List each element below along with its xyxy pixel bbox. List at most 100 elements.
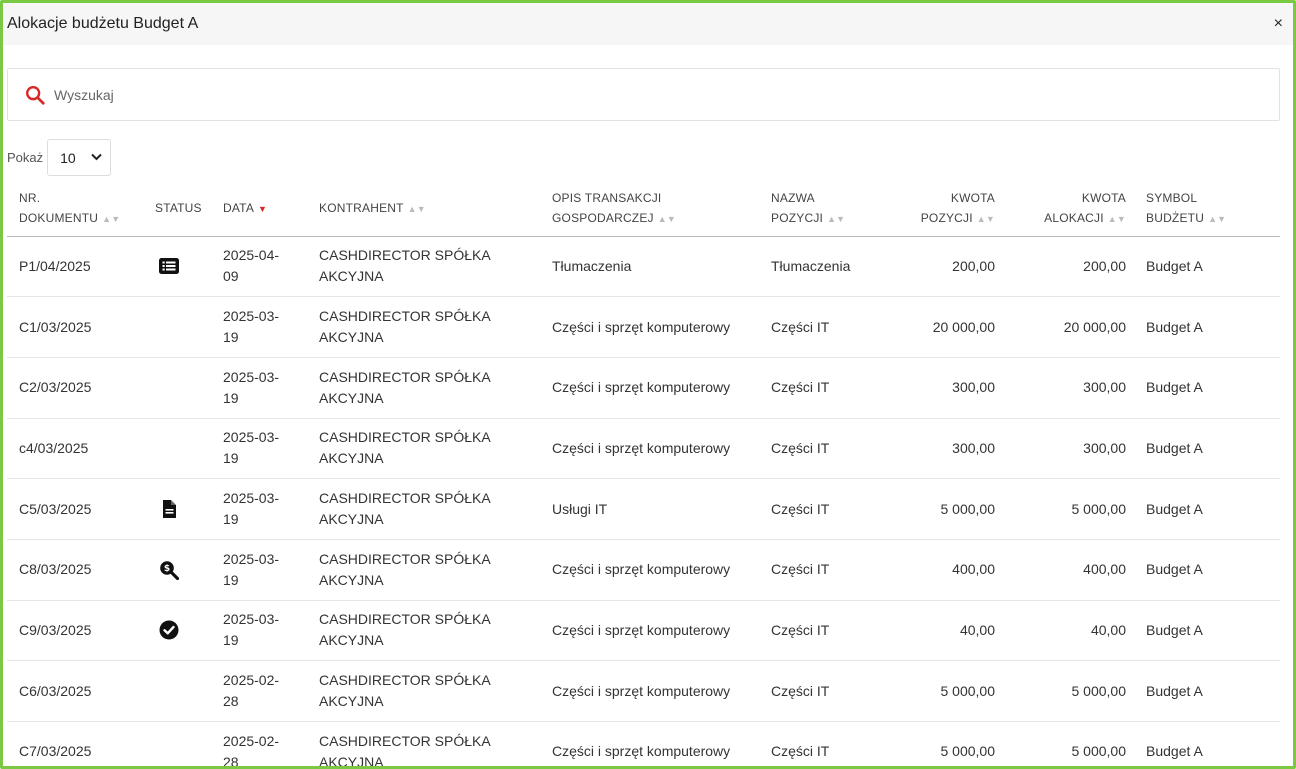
cell-description: Tłumaczenia	[540, 236, 759, 298]
cell-item-amount: 300,00	[900, 418, 1003, 480]
cell-contractor: CASHDIRECTOR SPÓŁKA AKCYJNA	[307, 418, 540, 480]
cell-item-amount: 200,00	[900, 236, 1003, 298]
table-row[interactable]: C5/03/2025 2025-03- 19 CASHDIRECTOR SPÓŁKA A…	[7, 478, 1280, 540]
cell-status	[143, 296, 211, 358]
cell-budget-symbol: Budget A	[1134, 600, 1280, 662]
sort-icon: ▲▼	[1107, 213, 1126, 224]
cell-budget-symbol: Budget A	[1134, 539, 1280, 601]
col-header-status: STATUS	[143, 181, 211, 237]
cell-item-name: Części IT	[759, 357, 900, 419]
cell-alloc-amount: 5 000,00	[1003, 478, 1134, 540]
cell-doc-no[interactable]: C6/03/2025	[7, 660, 143, 722]
check-circle-icon[interactable]	[159, 620, 211, 640]
cell-description: Części i sprzęt komputerowy	[540, 539, 759, 601]
svg-text:$: $	[164, 564, 170, 574]
cell-description: Części i sprzęt komputerowy	[540, 660, 759, 722]
cell-item-amount: 300,00	[900, 357, 1003, 419]
cell-alloc-amount: 5 000,00	[1003, 660, 1134, 722]
close-icon[interactable]: ×	[1274, 16, 1283, 32]
cell-item-amount: 5 000,00	[900, 660, 1003, 722]
cell-doc-no[interactable]: C1/03/2025	[7, 296, 143, 358]
col-header-budget-symbol[interactable]: SYMBOL BUDŻETU ▲▼	[1134, 181, 1280, 237]
cell-doc-no[interactable]: C9/03/2025	[7, 600, 143, 662]
col-header-description[interactable]: OPIS TRANSAKCJI GOSPODARCZEJ ▲▼	[540, 181, 759, 237]
sort-icon: ▲▼	[102, 213, 121, 224]
cell-status	[143, 478, 211, 540]
document-icon[interactable]	[159, 499, 211, 519]
cell-doc-no[interactable]: C7/03/2025	[7, 721, 143, 766]
cell-status	[143, 721, 211, 766]
cell-item-name: Części IT	[759, 296, 900, 358]
cell-item-name: Części IT	[759, 478, 900, 540]
col-header-doc-no[interactable]: NR. DOKUMENTU ▲▼	[7, 181, 143, 237]
cell-item-name: Części IT	[759, 418, 900, 480]
col-header-contractor[interactable]: KONTRAHENT ▲▼	[307, 181, 540, 237]
col-header-item-name[interactable]: NAZWA POZYCJI ▲▼	[759, 181, 900, 237]
cell-item-amount: 5 000,00	[900, 478, 1003, 540]
page-size-value: 10	[60, 149, 76, 166]
cell-budget-symbol: Budget A	[1134, 357, 1280, 419]
cell-item-amount: 5 000,00	[900, 721, 1003, 766]
chevron-down-icon	[91, 152, 102, 164]
sort-icon: ▲▼	[1208, 213, 1227, 224]
cell-alloc-amount: 20 000,00	[1003, 296, 1134, 358]
list-icon[interactable]	[159, 256, 211, 276]
cell-doc-no[interactable]: P1/04/2025	[7, 236, 143, 298]
table-row[interactable]: C2/03/2025 2025-03- 19 CASHDIRECTOR SPÓŁKA A…	[7, 357, 1280, 419]
cell-budget-symbol: Budget A	[1134, 721, 1280, 766]
page-size-select[interactable]: 10	[47, 139, 112, 176]
table-header-row: NR. DOKUMENTU ▲▼ STATUS DATA ▼ KONTRAHENT ▲▼…	[7, 181, 1280, 237]
cell-budget-symbol: Budget A	[1134, 418, 1280, 480]
table-row[interactable]: C1/03/2025 2025-03- 19 CASHDIRECTOR SPÓŁKA A…	[7, 296, 1280, 358]
sort-icon: ▲▼	[976, 213, 995, 224]
cell-item-name: Części IT	[759, 721, 900, 766]
search-icon	[26, 85, 45, 105]
cell-doc-no[interactable]: C5/03/2025	[7, 478, 143, 540]
cell-date: 2025-02- 28	[211, 660, 307, 722]
cell-alloc-amount: 300,00	[1003, 357, 1134, 419]
table-row[interactable]: c4/03/2025 2025-03- 19 CASHDIRECTOR SPÓŁKA A…	[7, 418, 1280, 480]
modal-title: Alokacje budżetu Budget A	[7, 15, 199, 32]
page-size-label: Pokaż	[7, 150, 44, 165]
cell-description: Części i sprzęt komputerowy	[540, 721, 759, 766]
cell-date: 2025-02- 28	[211, 721, 307, 766]
cell-alloc-amount: 200,00	[1003, 236, 1134, 298]
cell-doc-no[interactable]: c4/03/2025	[7, 418, 143, 480]
col-header-item-amount[interactable]: KWOTA POZYCJI ▲▼	[900, 181, 1003, 237]
cell-contractor: CASHDIRECTOR SPÓŁKA AKCYJNA	[307, 721, 540, 766]
cell-item-name: Części IT	[759, 660, 900, 722]
table-row[interactable]: P1/04/2025 2025-04- 09 CASHDIRECTOR SPÓŁKA A…	[7, 236, 1280, 298]
cell-contractor: CASHDIRECTOR SPÓŁKA AKCYJNA	[307, 539, 540, 601]
table-row[interactable]: C8/03/2025 $2025-03- 19 CASHDIRECTOR SPÓŁKA…	[7, 539, 1280, 601]
cell-item-amount: 20 000,00	[900, 296, 1003, 358]
sort-desc-icon: ▼	[258, 203, 268, 214]
cell-status: $	[143, 539, 211, 601]
table-row[interactable]: C6/03/2025 2025-02- 28 CASHDIRECTOR SPÓŁKA A…	[7, 660, 1280, 722]
col-header-alloc-amount[interactable]: KWOTA ALOKACJI ▲▼	[1003, 181, 1134, 237]
cell-date: 2025-04- 09	[211, 236, 307, 298]
sort-icon: ▲▼	[407, 203, 426, 214]
cell-date: 2025-03- 19	[211, 600, 307, 662]
cell-item-amount: 400,00	[900, 539, 1003, 601]
cell-budget-symbol: Budget A	[1134, 296, 1280, 358]
page-size-control: Pokaż 10	[7, 139, 112, 176]
allocations-table: NR. DOKUMENTU ▲▼ STATUS DATA ▼ KONTRAHENT ▲▼…	[7, 181, 1280, 766]
cell-contractor: CASHDIRECTOR SPÓŁKA AKCYJNA	[307, 600, 540, 662]
cell-description: Usługi IT	[540, 478, 759, 540]
cell-contractor: CASHDIRECTOR SPÓŁKA AKCYJNA	[307, 296, 540, 358]
cell-description: Części i sprzęt komputerowy	[540, 600, 759, 662]
cell-budget-symbol: Budget A	[1134, 236, 1280, 298]
cell-date: 2025-03- 19	[211, 539, 307, 601]
search-input[interactable]	[54, 86, 654, 103]
table-row[interactable]: C9/03/2025 2025-03- 19 CASHDIRECTOR SPÓŁKA A…	[7, 600, 1280, 662]
col-header-date[interactable]: DATA ▼	[211, 181, 307, 237]
table-row[interactable]: C7/03/2025 2025-02- 28 CASHDIRECTOR SPÓŁKA A…	[7, 721, 1280, 766]
search-dollar-icon[interactable]: $	[159, 560, 211, 580]
cell-doc-no[interactable]: C8/03/2025	[7, 539, 143, 601]
search-box[interactable]	[7, 68, 1280, 121]
cell-status	[143, 600, 211, 662]
budget-allocations-modal: Alokacje budżetu Budget A × Pokaż 10	[0, 0, 1296, 769]
cell-doc-no[interactable]: C2/03/2025	[7, 357, 143, 419]
cell-item-name: Części IT	[759, 600, 900, 662]
cell-description: Części i sprzęt komputerowy	[540, 357, 759, 419]
